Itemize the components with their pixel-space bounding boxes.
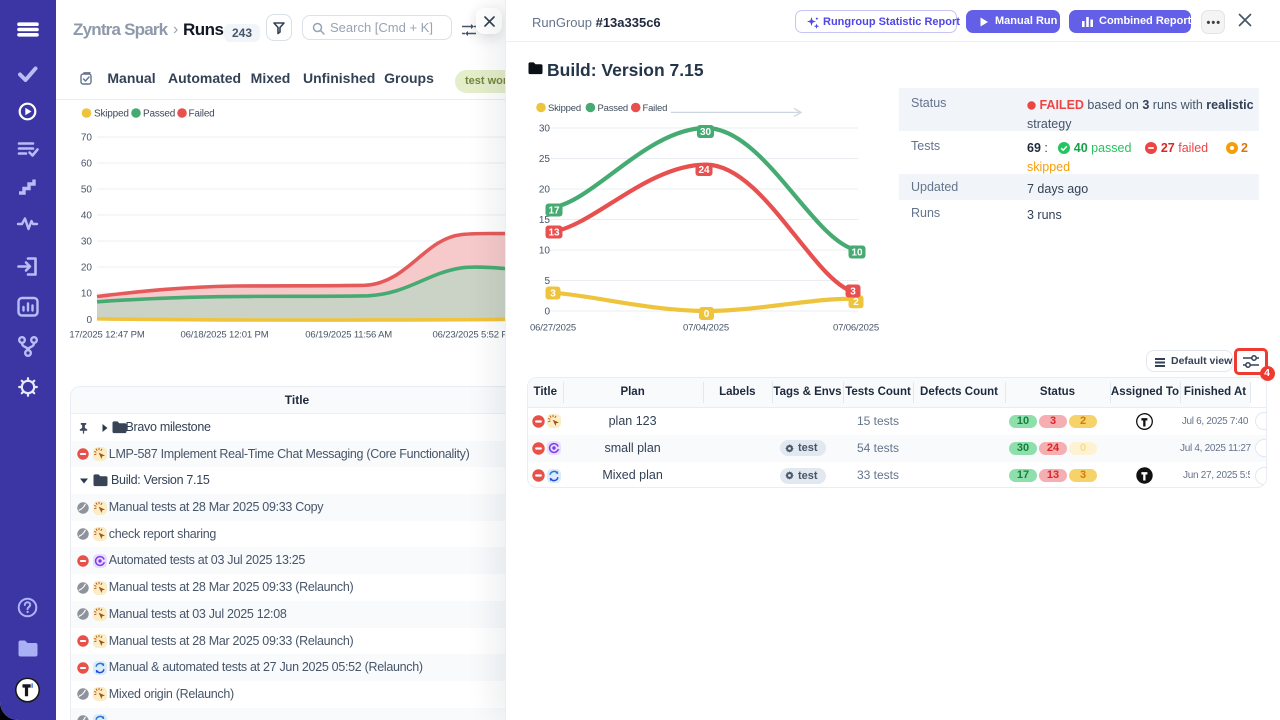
svg-text:3: 3	[850, 286, 856, 297]
svg-text:40: 40	[81, 211, 93, 222]
svg-text:2: 2	[853, 297, 859, 308]
svg-text:06/23/2025 5:52 P: 06/23/2025 5:52 P	[432, 330, 505, 341]
svg-text:25: 25	[539, 154, 551, 165]
svg-text:Failed: Failed	[643, 103, 668, 114]
svg-text:10: 10	[851, 247, 863, 258]
svg-text:20: 20	[539, 185, 551, 196]
svg-text:Skipped: Skipped	[548, 103, 581, 114]
svg-text:24: 24	[698, 165, 710, 176]
svg-text:0: 0	[544, 307, 550, 318]
svg-text:30: 30	[700, 127, 712, 138]
svg-text:0: 0	[86, 315, 92, 326]
svg-text:06/18/2025 12:01 PM: 06/18/2025 12:01 PM	[181, 330, 269, 341]
svg-text:13: 13	[548, 227, 560, 238]
svg-text:5: 5	[544, 276, 550, 287]
svg-text:30: 30	[539, 124, 551, 135]
svg-text:Passed: Passed	[598, 103, 629, 114]
svg-text:Failed: Failed	[189, 109, 215, 120]
svg-text:60: 60	[81, 159, 93, 170]
svg-text:20: 20	[81, 263, 93, 274]
svg-text:10: 10	[539, 246, 551, 257]
svg-text:50: 50	[81, 185, 93, 196]
svg-text:30: 30	[81, 237, 93, 248]
svg-text:Skipped: Skipped	[94, 109, 129, 120]
svg-text:07/06/2025: 07/06/2025	[833, 323, 879, 334]
svg-text:06/27/2025: 06/27/2025	[530, 323, 576, 334]
svg-text:15: 15	[539, 215, 551, 226]
svg-text:17/2025 12:47 PM: 17/2025 12:47 PM	[69, 330, 144, 341]
svg-text:06/19/2025 11:56 AM: 06/19/2025 11:56 AM	[305, 330, 392, 341]
svg-text:10: 10	[81, 289, 93, 300]
svg-text:Passed: Passed	[143, 109, 175, 120]
svg-text:70: 70	[81, 133, 93, 144]
svg-text:07/04/2025: 07/04/2025	[683, 323, 729, 334]
svg-text:3: 3	[550, 288, 556, 299]
svg-text:0: 0	[704, 309, 710, 320]
svg-text:17: 17	[548, 205, 560, 216]
